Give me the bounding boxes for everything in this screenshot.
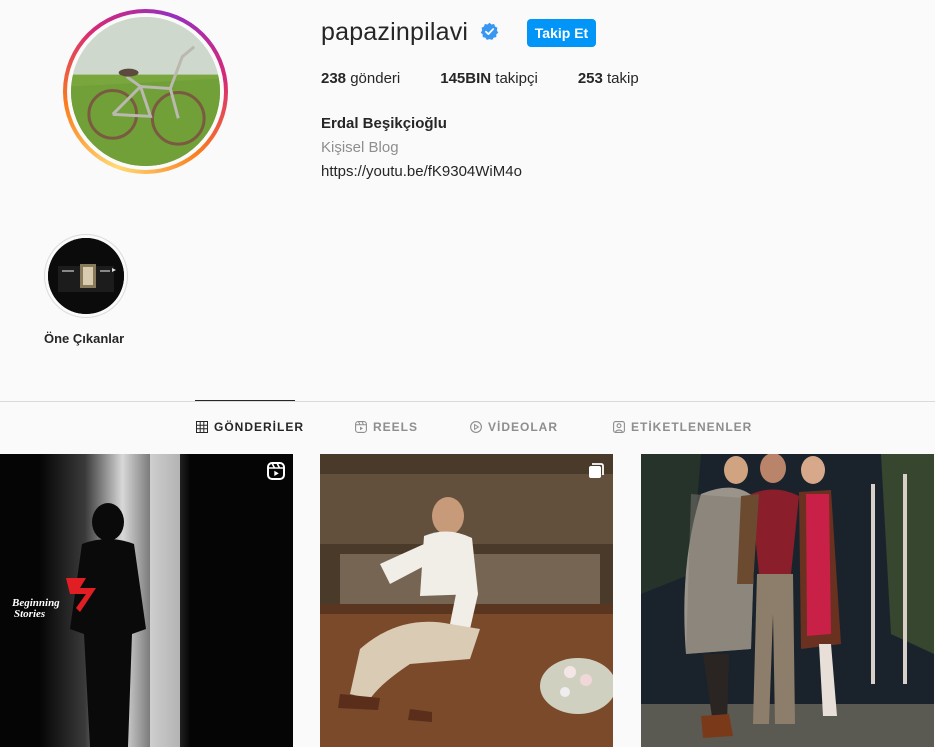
profile-stats: 238 gönderi 145BIN takipçi 253 takip	[321, 70, 679, 87]
tab-tagged[interactable]: ETİKETLENENLER	[613, 420, 752, 434]
tab-videos-label: VİDEOLAR	[488, 420, 559, 434]
profile-fullname: Erdal Beşikçioğlu	[321, 115, 447, 132]
profile-page: papazinpilavi Takip Et 238 gönderi 145BI…	[0, 0, 935, 747]
tab-videos[interactable]: VİDEOLAR	[470, 420, 558, 434]
tab-posts-label: GÖNDERİLER	[214, 420, 305, 434]
followers-stat[interactable]: 145BIN takipçi	[440, 70, 538, 87]
carousel-badge-icon	[587, 462, 605, 480]
play-icon	[470, 421, 482, 433]
following-count: 253	[577, 70, 603, 87]
post-overlay-text-line2: Stories	[14, 608, 45, 620]
followers-count: 145BIN	[440, 70, 492, 87]
profile-avatar[interactable]	[63, 9, 228, 174]
tagged-icon	[613, 421, 625, 433]
post-image-group-photo	[641, 454, 934, 747]
post-image-silhouette: Beginning Stories	[0, 454, 293, 747]
verified-badge-icon	[480, 22, 499, 41]
reels-icon	[355, 421, 367, 433]
post-tile-photo[interactable]	[641, 454, 934, 747]
highlight-cover-image	[48, 238, 124, 314]
following-stat[interactable]: 253 takip	[578, 70, 639, 87]
followers-label: takipçi	[495, 70, 538, 87]
post-tile-carousel[interactable]	[320, 454, 613, 747]
post-image-man-sitting	[320, 454, 613, 747]
posts-stat: 238 gönderi	[321, 70, 400, 87]
tab-posts[interactable]: GÖNDERİLER	[196, 420, 304, 434]
highlight-label: Öne Çıkanlar	[44, 331, 125, 346]
grid-icon	[196, 421, 208, 433]
follow-button[interactable]: Takip Et	[527, 19, 596, 47]
tabs-divider	[0, 401, 935, 402]
following-label: takip	[607, 70, 639, 87]
tab-reels-label: REELS	[373, 420, 419, 434]
posts-label: gönderi	[350, 70, 401, 87]
tab-tagged-label: ETİKETLENENLER	[631, 420, 753, 434]
active-tab-indicator	[195, 400, 295, 401]
highlight-item[interactable]	[44, 234, 128, 318]
reels-badge-icon	[267, 462, 285, 480]
post-tile-reel[interactable]: Beginning Stories	[0, 454, 293, 747]
profile-link[interactable]: https://youtu.be/fK9304WiM4o	[321, 163, 522, 180]
posts-count: 238	[321, 70, 347, 87]
profile-username: papazinpilavi	[321, 18, 469, 46]
avatar-bicycle-image	[71, 17, 220, 166]
tab-reels[interactable]: REELS	[355, 420, 418, 434]
profile-category: Kişisel Blog	[321, 139, 399, 156]
